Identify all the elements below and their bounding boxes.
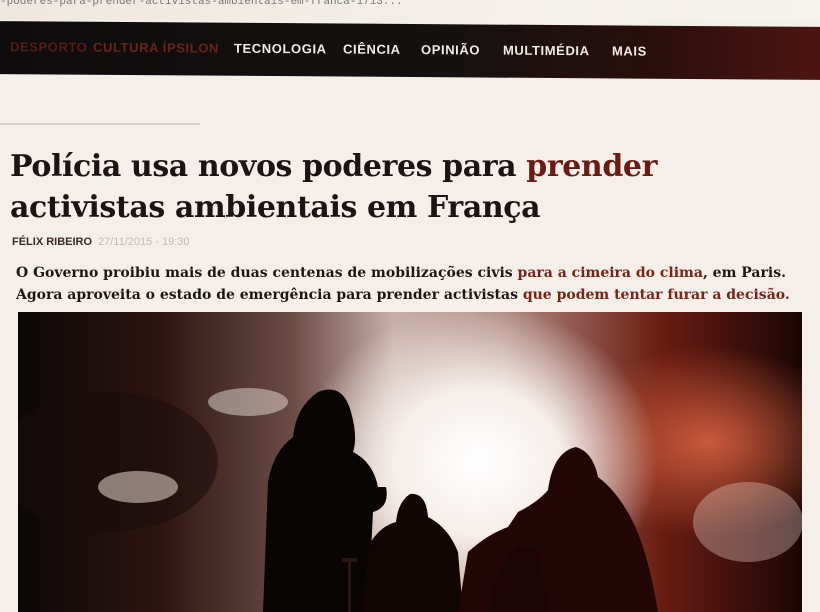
nav-item-cultura-ipsilon[interactable]: CULTURA ÍPSILON <box>93 40 219 56</box>
article-lead: O Governo proibiu mais de duas centenas … <box>16 262 816 306</box>
article-photo[interactable] <box>18 312 802 612</box>
browser-url-bar[interactable]: -poderes-para-prender-activistas-ambient… <box>0 0 820 20</box>
headline-text: Polícia usa novos poderes para <box>10 149 527 184</box>
headline-accent: prender <box>526 149 658 184</box>
nav-item-opiniao[interactable]: OPINIÃO <box>421 42 480 57</box>
lead-accent-1: para a cimeira do clima <box>517 265 703 281</box>
nav-item-desporto[interactable]: DESPORTO <box>10 39 88 55</box>
lead-text: O Governo proibiu mais de duas centenas … <box>16 265 518 281</box>
headline-text-end: activistas ambientais em França <box>10 190 541 225</box>
nav-item-ciencia[interactable]: CIÊNCIA <box>343 42 401 57</box>
article-author[interactable]: FÉLIX RIBEIRO <box>12 236 92 248</box>
divider <box>0 123 200 125</box>
nav-item-mais[interactable]: MAIS <box>612 43 647 58</box>
nav-item-multimedia[interactable]: MULTIMÉDIA <box>503 43 590 59</box>
nav-item-tecnologia[interactable]: TECNOLOGIA <box>234 41 327 57</box>
article-date: 27/11/2015 - 19:30 <box>98 236 190 248</box>
photo-silhouettes-icon <box>18 388 802 612</box>
main-navigation: DESPORTO CULTURA ÍPSILON TECNOLOGIA CIÊN… <box>0 21 820 80</box>
lead-accent-2: que podem tentar furar a decisão. <box>522 287 790 303</box>
url-text: -poderes-para-prender-activistas-ambient… <box>0 0 403 8</box>
article-headline: Polícia usa novos poderes para prender a… <box>10 146 810 228</box>
